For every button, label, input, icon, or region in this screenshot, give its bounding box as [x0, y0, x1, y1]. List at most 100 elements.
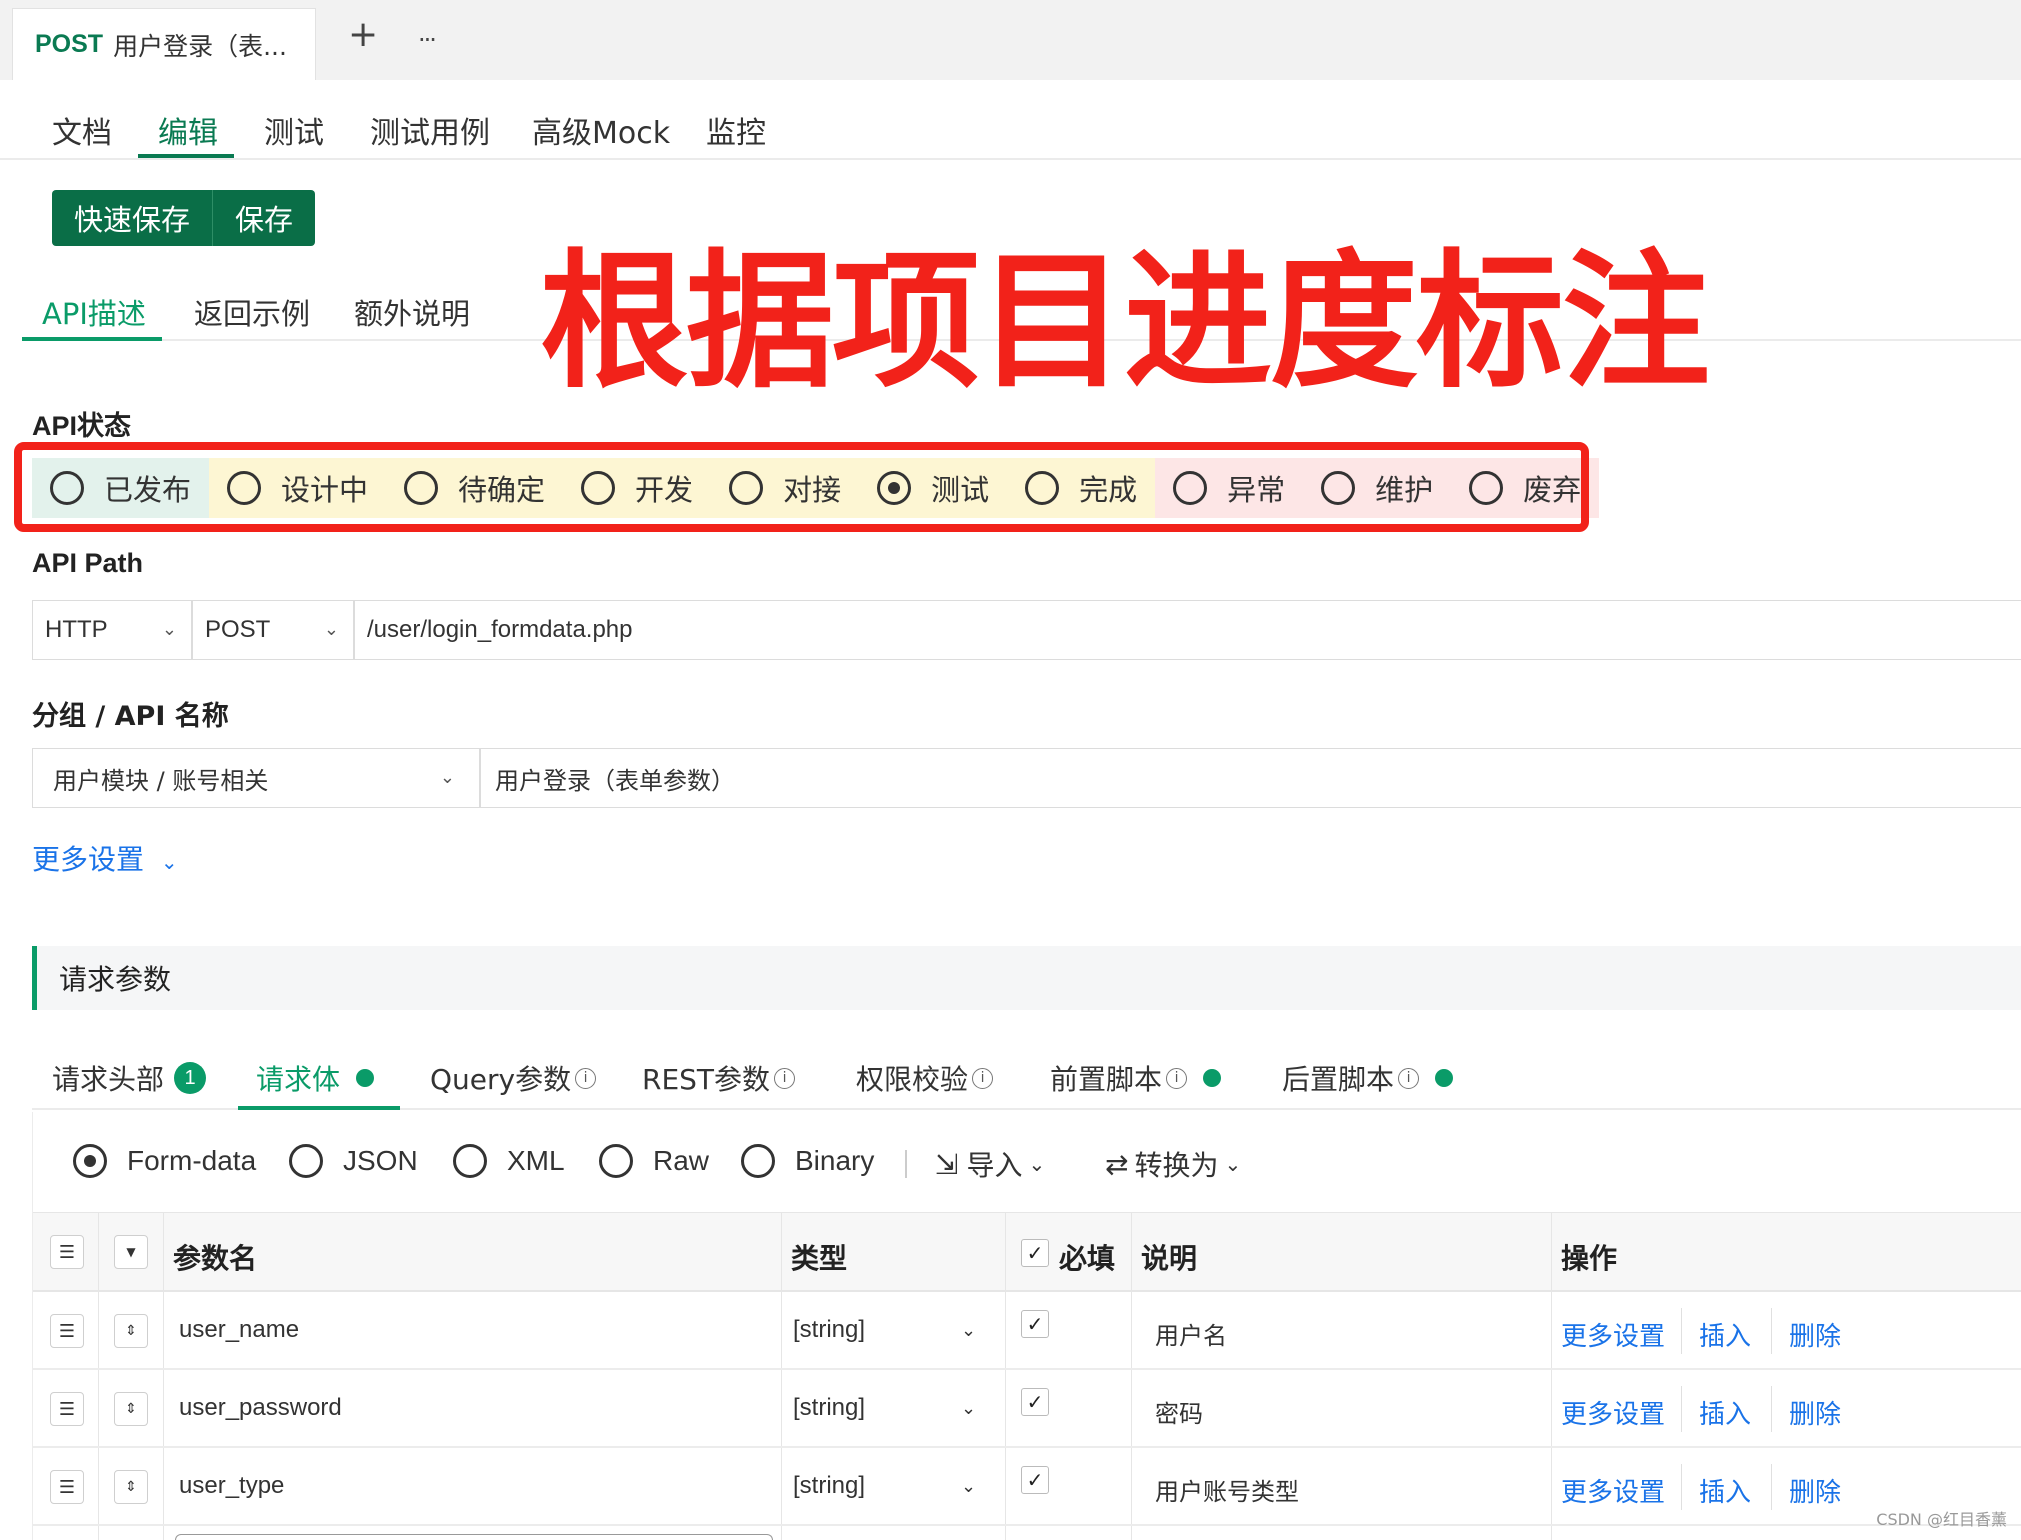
param-name[interactable]: user_password — [179, 1394, 342, 1422]
tab-extra-notes[interactable]: 额外说明 — [354, 291, 470, 333]
main-nav: 文档 编辑 测试 测试用例 高级Mock 监控 — [0, 80, 2021, 160]
document-tab-strip: POST 用户登录（表... + ··· — [0, 0, 2021, 80]
row-more-settings-link[interactable]: 更多设置 — [1561, 1472, 1665, 1509]
col-required: 必填 — [1059, 1242, 1116, 1275]
nav-test[interactable]: 测试 — [264, 108, 324, 152]
row-delete-link[interactable]: 删除 — [1789, 1316, 1841, 1353]
tab-label: Query参数 — [430, 1063, 572, 1096]
bodytype-formdata[interactable]: Form-data — [73, 1144, 256, 1178]
expand-collapse-icon[interactable]: ⇕ — [114, 1470, 148, 1504]
row-delete-link[interactable]: 删除 — [1789, 1472, 1841, 1509]
param-type[interactable]: [string] — [793, 1472, 865, 1500]
api-path-label: API Path — [32, 548, 144, 578]
info-icon: i — [774, 1067, 796, 1089]
drag-handle-icon[interactable]: ☰ — [50, 1470, 84, 1504]
bodytype-json[interactable]: JSON — [289, 1144, 418, 1178]
tab-query-params[interactable]: Query参数 i — [430, 1058, 597, 1098]
tab-request-headers[interactable]: 请求头部 1 — [52, 1058, 207, 1098]
bodytype-label: JSON — [343, 1145, 418, 1176]
nav-monitor[interactable]: 监控 — [706, 108, 766, 152]
bodytype-raw[interactable]: Raw — [599, 1144, 709, 1178]
api-name-value: 用户登录（表单参数） — [495, 766, 735, 795]
bodytype-binary[interactable]: Binary — [741, 1144, 874, 1178]
radio-icon — [599, 1144, 633, 1178]
param-tab-active-underline — [238, 1106, 400, 1110]
param-description[interactable]: 密码 — [1155, 1394, 1203, 1429]
section-title: 请求参数 — [59, 963, 172, 996]
required-all-checkbox[interactable]: ✓ — [1021, 1239, 1049, 1267]
required-checkbox[interactable]: ✓ — [1021, 1310, 1049, 1338]
bodytype-label: Raw — [653, 1145, 710, 1176]
convert-label: 转换为 — [1134, 1149, 1219, 1182]
row-insert-link[interactable]: 插入 — [1699, 1316, 1751, 1353]
chevron-down-icon: ⌄ — [161, 619, 177, 639]
subnav-active-underline — [22, 337, 162, 341]
chevron-down-icon[interactable]: ⌄ — [961, 1320, 976, 1341]
method-select[interactable]: POST ⌄ — [192, 600, 354, 660]
nav-test-cases[interactable]: 测试用例 — [370, 108, 490, 152]
tab-post-script[interactable]: 后置脚本 i — [1282, 1058, 1454, 1098]
nav-advanced-mock[interactable]: 高级Mock — [532, 108, 670, 152]
chevron-down-icon: ⌄ — [1028, 1152, 1046, 1176]
required-checkbox[interactable]: ✓ — [1021, 1388, 1049, 1416]
nav-edit[interactable]: 编辑 — [158, 108, 218, 152]
api-path-input[interactable]: /user/login_formdata.php — [354, 600, 2021, 660]
radio-icon — [289, 1144, 323, 1178]
quick-save-button[interactable]: 快速保存 — [52, 190, 213, 246]
chevron-down-icon[interactable]: ⌄ — [961, 1476, 976, 1497]
row-more-settings-link[interactable]: 更多设置 — [1561, 1316, 1665, 1353]
group-select[interactable]: 用户模块 / 账号相关 ⌄ — [32, 748, 480, 808]
menu-icon[interactable]: ☰ — [50, 1235, 84, 1269]
annotation-highlight-box — [14, 442, 1589, 532]
caret-down-icon[interactable]: ▼ — [114, 1235, 148, 1269]
row-delete-link[interactable]: 删除 — [1789, 1394, 1841, 1431]
divider — [1771, 1386, 1772, 1432]
chevron-down-icon: ⌄ — [323, 619, 339, 639]
divider — [905, 1150, 907, 1178]
param-name[interactable]: user_type — [179, 1472, 284, 1500]
tab-api-description[interactable]: API描述 — [42, 291, 146, 333]
more-settings-label: 更多设置 — [32, 843, 145, 876]
add-tab-icon[interactable]: + — [348, 14, 378, 55]
divider — [1681, 1386, 1682, 1432]
chevron-down-icon[interactable]: ⌄ — [961, 1398, 976, 1419]
progress-annotation: 根据项目进度标注 — [540, 236, 1710, 408]
param-description[interactable]: 用户名 — [1155, 1316, 1227, 1351]
tab-response-example[interactable]: 返回示例 — [194, 291, 310, 333]
tab-auth-check[interactable]: 权限校验 i — [856, 1058, 994, 1098]
bodytype-label: Binary — [795, 1145, 875, 1176]
expand-collapse-icon[interactable]: ⇕ — [114, 1392, 148, 1426]
info-icon: i — [972, 1067, 994, 1089]
api-name-input[interactable]: 用户登录（表单参数） — [480, 748, 2021, 808]
row-insert-link[interactable]: 插入 — [1699, 1394, 1751, 1431]
info-icon: i — [1166, 1067, 1188, 1089]
expand-collapse-icon[interactable]: ⇕ — [114, 1314, 148, 1348]
row-more-settings-link[interactable]: 更多设置 — [1561, 1394, 1665, 1431]
tab-label: 前置脚本 — [1050, 1063, 1163, 1096]
tab-pre-script[interactable]: 前置脚本 i — [1050, 1058, 1222, 1098]
param-description[interactable]: 用户账号类型 — [1155, 1472, 1299, 1507]
request-params-section: 请求参数 — [32, 946, 2021, 1010]
convert-button[interactable]: ⇄ 转换为 ⌄ — [1105, 1144, 1241, 1184]
tab-request-body[interactable]: 请求体 — [256, 1058, 375, 1098]
more-settings-link[interactable]: 更多设置 ⌄ — [32, 838, 178, 878]
api-path-value: /user/login_formdata.php — [367, 616, 633, 643]
more-tabs-icon[interactable]: ··· — [418, 26, 437, 54]
param-type[interactable]: [string] — [793, 1316, 865, 1344]
param-name[interactable]: user_name — [179, 1316, 299, 1344]
new-param-input[interactable] — [175, 1534, 773, 1540]
required-checkbox[interactable]: ✓ — [1021, 1466, 1049, 1494]
row-insert-link[interactable]: 插入 — [1699, 1472, 1751, 1509]
bodytype-xml[interactable]: XML — [453, 1144, 565, 1178]
nav-doc[interactable]: 文档 — [52, 108, 112, 152]
drag-handle-icon[interactable]: ☰ — [50, 1314, 84, 1348]
protocol-select[interactable]: HTTP ⌄ — [32, 600, 192, 660]
doc-tab-method: POST — [35, 30, 104, 58]
group-name-label: 分组 / API 名称 — [32, 701, 229, 732]
api-document-tab[interactable]: POST 用户登录（表... — [12, 8, 316, 80]
import-button[interactable]: ⇲ 导入 ⌄ — [935, 1144, 1045, 1184]
tab-rest-params[interactable]: REST参数 i — [642, 1058, 796, 1098]
param-type[interactable]: [string] — [793, 1394, 865, 1422]
drag-handle-icon[interactable]: ☰ — [50, 1392, 84, 1426]
save-button[interactable]: 保存 — [212, 190, 316, 246]
